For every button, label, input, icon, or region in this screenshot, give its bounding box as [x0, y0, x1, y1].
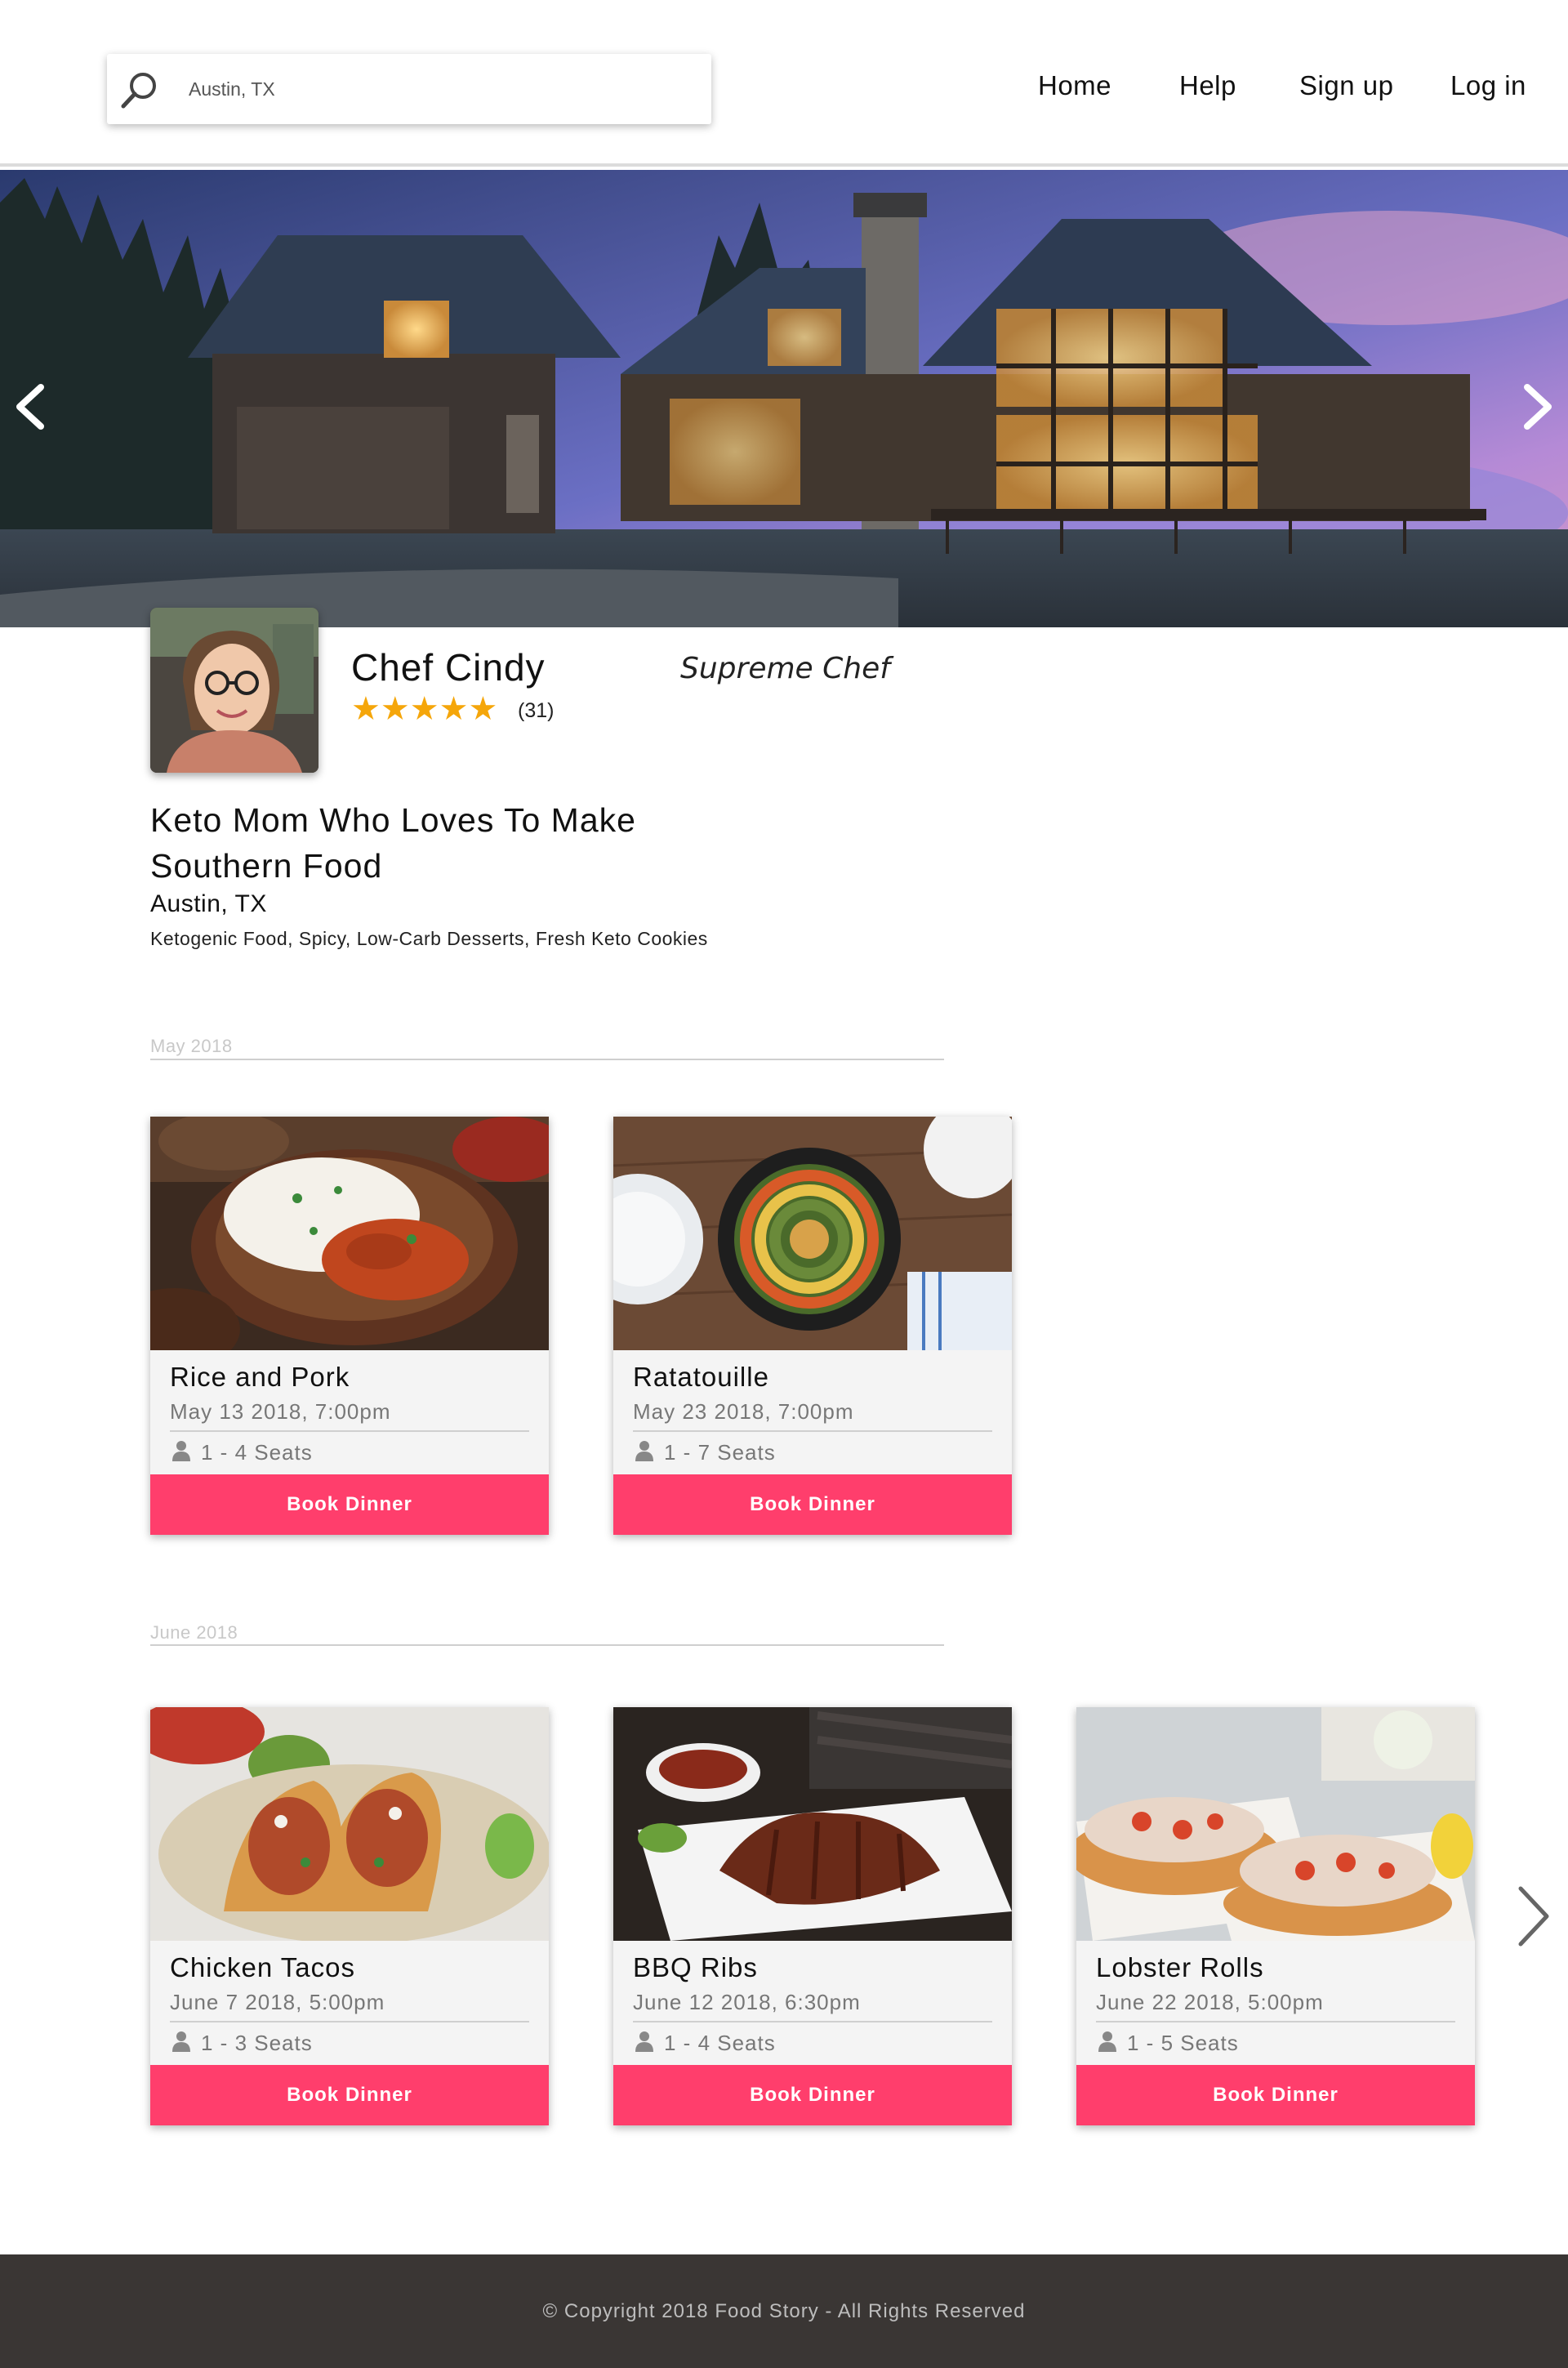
site-header: Home Help Sign up Log in — [0, 0, 1568, 167]
dinner-card: Ratatouille May 23 2018, 7:00pm 1 - 7 Se… — [613, 1117, 1012, 1535]
dinner-title[interactable]: Rice and Pork — [170, 1362, 350, 1393]
person-icon — [635, 2031, 653, 2052]
book-dinner-button[interactable]: Book Dinner — [613, 2065, 1012, 2125]
dinner-date: June 22 2018, 5:00pm — [1096, 1990, 1324, 2014]
person-icon — [1098, 2031, 1116, 2052]
dinner-photo[interactable] — [150, 1117, 549, 1350]
dinner-seats: 1 - 4 Seats — [664, 2031, 776, 2055]
chevron-right-icon[interactable] — [1512, 1882, 1553, 1951]
dinner-seats: 1 - 4 Seats — [201, 1440, 313, 1465]
dinner-date: May 23 2018, 7:00pm — [633, 1399, 854, 1424]
dinner-card: Lobster Rolls June 22 2018, 5:00pm 1 - 5… — [1076, 1707, 1475, 2125]
copyright-text: © Copyright 2018 Food Story - All Rights… — [542, 2300, 1026, 2322]
nav-log-in-link[interactable]: Log in — [1450, 70, 1526, 101]
dinner-photo[interactable] — [613, 1707, 1012, 1941]
card-divider — [1096, 2021, 1455, 2022]
month-divider — [150, 1644, 944, 1646]
dinner-date: June 7 2018, 5:00pm — [170, 1990, 385, 2014]
rating-count: (31) — [518, 699, 555, 722]
month-label: May 2018 — [150, 1036, 233, 1056]
chef-tagline: Keto Mom Who Loves To Make Southern Food — [150, 801, 636, 885]
book-dinner-button[interactable]: Book Dinner — [150, 2065, 549, 2125]
dinner-seats: 1 - 3 Seats — [201, 2031, 313, 2055]
chef-avatar — [150, 608, 318, 773]
card-divider — [633, 2021, 992, 2022]
search-icon[interactable] — [118, 69, 161, 111]
book-dinner-button[interactable]: Book Dinner — [150, 1474, 549, 1535]
dinner-card: BBQ Ribs June 12 2018, 6:30pm 1 - 4 Seat… — [613, 1707, 1012, 2125]
chef-specialties: Ketogenic Food, Spicy, Low-Carb Desserts… — [150, 928, 708, 949]
dinner-title[interactable]: BBQ Ribs — [633, 1952, 758, 1983]
person-icon — [172, 2031, 190, 2052]
book-dinner-button[interactable]: Book Dinner — [613, 1474, 1012, 1535]
chef-photo — [150, 608, 318, 773]
dinner-date: May 13 2018, 7:00pm — [170, 1399, 391, 1424]
dinner-seats: 1 - 5 Seats — [1127, 2031, 1239, 2055]
search-input[interactable] — [189, 69, 679, 109]
nav-sign-up-link[interactable]: Sign up — [1299, 70, 1393, 101]
hero-prev-arrow[interactable] — [5, 374, 54, 439]
person-icon — [172, 1441, 190, 1461]
card-divider — [170, 2021, 529, 2022]
site-footer: © Copyright 2018 Food Story - All Rights… — [0, 2254, 1568, 2368]
dinner-photo[interactable] — [1076, 1707, 1475, 1941]
chef-location: Austin, TX — [150, 890, 267, 917]
nav-home-link[interactable]: Home — [1038, 70, 1111, 101]
month-divider — [150, 1059, 944, 1060]
dinner-photo[interactable] — [613, 1117, 1012, 1350]
dinner-date: June 12 2018, 6:30pm — [633, 1990, 861, 2014]
dinner-title[interactable]: Chicken Tacos — [170, 1952, 355, 1983]
dinner-card: Rice and Pork May 13 2018, 7:00pm 1 - 4 … — [150, 1117, 549, 1535]
chef-title: Supreme Chef — [680, 652, 890, 685]
person-icon — [635, 1441, 653, 1461]
dinner-card: Chicken Tacos June 7 2018, 5:00pm 1 - 3 … — [150, 1707, 549, 2125]
dinner-photo[interactable] — [150, 1707, 549, 1941]
dinner-title[interactable]: Lobster Rolls — [1096, 1952, 1264, 1983]
dinner-seats: 1 - 7 Seats — [664, 1440, 776, 1465]
star-rating: ★★★★★ — [351, 691, 498, 727]
month-label: June 2018 — [150, 1622, 238, 1643]
chef-name: Chef Cindy — [351, 646, 546, 689]
card-divider — [170, 1430, 529, 1432]
search-box[interactable] — [107, 54, 711, 124]
card-divider — [633, 1430, 992, 1432]
dinner-title[interactable]: Ratatouille — [633, 1362, 769, 1393]
hero-carousel — [0, 170, 1568, 627]
book-dinner-button[interactable]: Book Dinner — [1076, 2065, 1475, 2125]
hero-next-arrow[interactable] — [1514, 374, 1563, 439]
nav-help-link[interactable]: Help — [1179, 70, 1236, 101]
hero-image — [0, 170, 1568, 627]
